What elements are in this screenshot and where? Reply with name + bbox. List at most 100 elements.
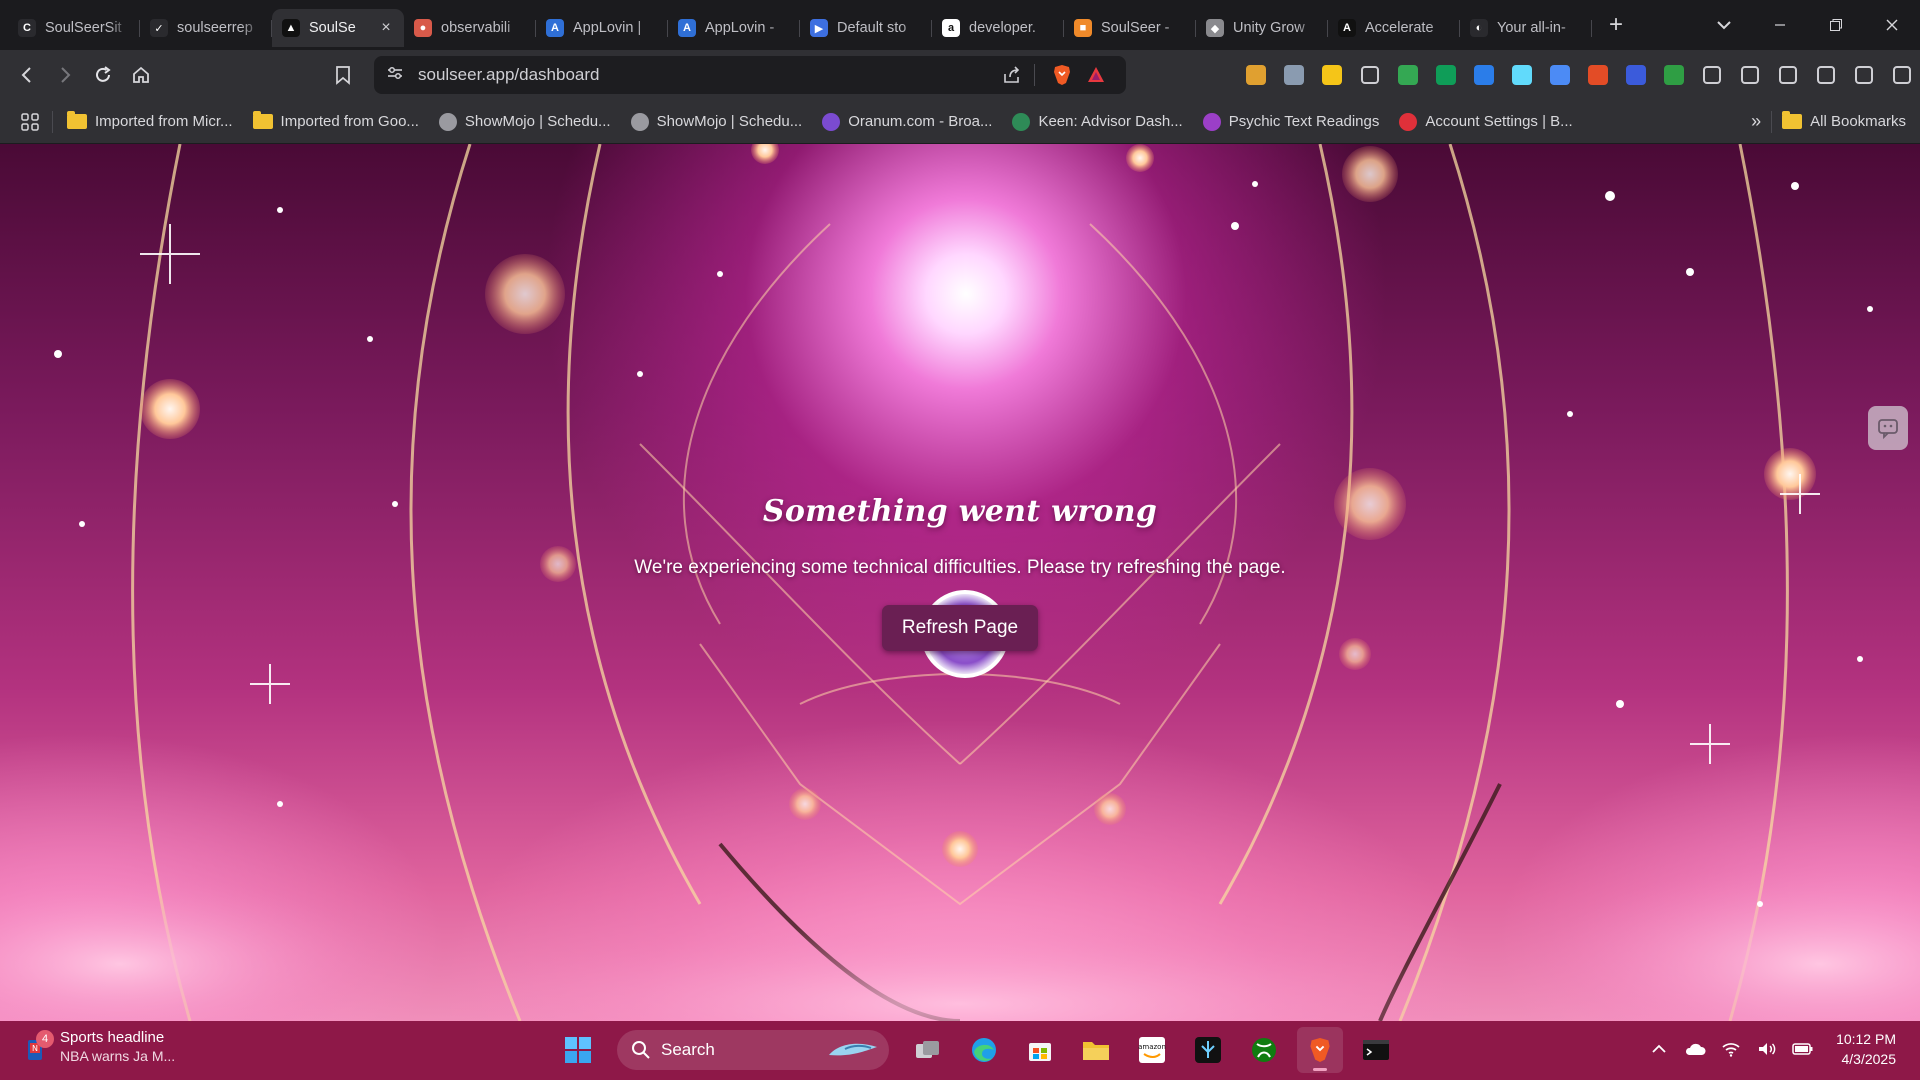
bookmark-icon-glyph: [1361, 66, 1379, 84]
browser-tab[interactable]: C SoulSeerSit: [8, 9, 140, 47]
unknown-app-icon[interactable]: [1185, 1027, 1231, 1073]
menu-icon[interactable]: [1886, 57, 1918, 93]
search-placeholder: Search: [661, 1040, 715, 1059]
url-text[interactable]: soulseer.app/dashboard: [418, 65, 599, 85]
color-wheel-icon-glyph: [1246, 65, 1266, 85]
browser-tab[interactable]: A Accelerate: [1328, 9, 1460, 47]
task-view-icon[interactable]: [905, 1027, 951, 1073]
refresh-page-button[interactable]: Refresh Page: [881, 605, 1039, 651]
sheets-icon[interactable]: [1430, 57, 1462, 93]
xbox-icon[interactable]: [1241, 1027, 1287, 1073]
chevron-up-icon[interactable]: [1648, 1038, 1670, 1060]
home-button[interactable]: [122, 56, 160, 94]
puzzle-blue-icon[interactable]: [1620, 57, 1652, 93]
address-bar[interactable]: soulseer.app/dashboard: [374, 56, 1126, 94]
bookmark-yellow-icon[interactable]: [1316, 57, 1348, 93]
grammar-icon[interactable]: [1658, 57, 1690, 93]
battery-icon[interactable]: [1792, 1038, 1814, 1060]
tab-favicon-icon: A: [546, 19, 564, 37]
clock[interactable]: 10:12 PM 4/3/2025: [1836, 1029, 1896, 1069]
tab-search-chevron-down-icon[interactable]: [1696, 0, 1752, 50]
amazon-icon[interactable]: amazon: [1129, 1027, 1175, 1073]
brave-icon[interactable]: [1297, 1027, 1343, 1073]
react-icon-glyph: [1512, 65, 1532, 85]
wallet-icon[interactable]: [1772, 57, 1804, 93]
browser-tab[interactable]: ✓ soulseerrep: [140, 9, 272, 47]
bookmark-item[interactable]: Account Settings | B...: [1389, 112, 1582, 131]
close-tab-icon[interactable]: ×: [378, 20, 394, 36]
sidebar-icon[interactable]: [1734, 57, 1766, 93]
bookmark-icon[interactable]: [1354, 57, 1386, 93]
phone-icon[interactable]: [1544, 57, 1576, 93]
tab-title: Your all-in-: [1497, 20, 1566, 36]
html-icon-glyph: [1588, 65, 1608, 85]
browser-tab[interactable]: ● observabili: [404, 9, 536, 47]
browser-tab[interactable]: A AppLovin |: [536, 9, 668, 47]
bookmark-item[interactable]: Keen: Advisor Dash...: [1002, 112, 1192, 131]
bookmark-item[interactable]: ShowMojo | Schedu...: [621, 112, 813, 131]
tab-title: AppLovin |: [573, 20, 642, 36]
start-button[interactable]: [555, 1027, 601, 1073]
bookmarks-overflow-button[interactable]: »: [1741, 111, 1771, 132]
browser-tab[interactable]: ◐ Your all-in-: [1460, 9, 1592, 47]
browser-tab[interactable]: ▶ Default sto: [800, 9, 932, 47]
tab-title: Unity Grow: [1233, 20, 1305, 36]
close-window-button[interactable]: [1864, 0, 1920, 50]
leo-icon[interactable]: [1810, 57, 1842, 93]
terminal-icon[interactable]: [1353, 1027, 1399, 1073]
windows-taskbar: N 4 Sports headline NBA warns Ja M... Se…: [0, 1021, 1920, 1080]
browser-tab[interactable]: A AppLovin -: [668, 9, 800, 47]
bookmark-label: Imported from Micr...: [95, 113, 233, 130]
html-icon[interactable]: [1582, 57, 1614, 93]
leo-icon-glyph: [1817, 66, 1835, 84]
back-button[interactable]: [8, 56, 46, 94]
error-panel: Something went wrong We're experiencing …: [0, 494, 1920, 651]
svg-text:amazon: amazon: [1138, 1043, 1166, 1051]
grammar-icon-glyph: [1664, 65, 1684, 85]
all-bookmarks-folder[interactable]: All Bookmarks: [1772, 111, 1920, 130]
edge-icon[interactable]: [961, 1027, 1007, 1073]
taskbar-search-box[interactable]: Search: [617, 1030, 889, 1070]
onedrive-cloud-icon[interactable]: [1684, 1038, 1706, 1060]
tab-list: C SoulSeerSit ✓ soulseerrep ▲ SoulSe × ● observa…: [0, 3, 1592, 47]
news-headline-text: NBA warns Ja M...: [60, 1048, 176, 1064]
share-icon[interactable]: [1002, 65, 1022, 90]
wifi-icon[interactable]: [1720, 1038, 1742, 1060]
bookmark-label: Keen: Advisor Dash...: [1038, 113, 1183, 130]
news-widget[interactable]: N 4 Sports headline NBA warns Ja M...: [24, 1029, 175, 1064]
forward-button[interactable]: [46, 56, 84, 94]
browser-tab-active[interactable]: ▲ SoulSe ×: [272, 9, 404, 47]
bookmark-item[interactable]: Psychic Text Readings: [1193, 112, 1390, 131]
navigation-toolbar: soulseer.app/dashboard: [0, 50, 1920, 100]
minimize-button[interactable]: [1752, 0, 1808, 50]
color-wheel-icon[interactable]: [1240, 57, 1272, 93]
wallet-icon-glyph: [1779, 66, 1797, 84]
bookmark-item[interactable]: Imported from Micr...: [57, 111, 243, 131]
side-chat-widget-icon[interactable]: [1868, 406, 1908, 450]
image-icon[interactable]: [1278, 57, 1310, 93]
new-tab-button[interactable]: +: [1596, 7, 1636, 43]
vpn-icon[interactable]: [1848, 57, 1880, 93]
browser-tab[interactable]: a developer.: [932, 9, 1064, 47]
circle-blue-icon[interactable]: [1468, 57, 1500, 93]
react-icon[interactable]: [1506, 57, 1538, 93]
browser-tab[interactable]: ■ SoulSeer -: [1064, 9, 1196, 47]
apps-grid-icon[interactable]: [0, 112, 52, 132]
reload-button[interactable]: [84, 56, 122, 94]
drive-icon[interactable]: [1392, 57, 1424, 93]
folder-icon: [1782, 111, 1803, 129]
error-message: We're experiencing some technical diffic…: [634, 557, 1286, 578]
file-explorer-icon[interactable]: [1073, 1027, 1119, 1073]
store-icon[interactable]: [1017, 1027, 1063, 1073]
restore-button[interactable]: [1808, 0, 1864, 50]
bookmark-item[interactable]: Oranum.com - Broa...: [812, 112, 1002, 131]
site-settings-icon[interactable]: [386, 65, 404, 86]
bookmark-item[interactable]: Imported from Goo...: [243, 111, 429, 131]
extensions-icon[interactable]: [1696, 57, 1728, 93]
bookmark-page-button[interactable]: [324, 56, 362, 94]
browser-tab[interactable]: ◆ Unity Grow: [1196, 9, 1328, 47]
volume-icon[interactable]: [1756, 1038, 1778, 1060]
bookmark-item[interactable]: ShowMojo | Schedu...: [429, 112, 621, 131]
brave-rewards-icon[interactable]: [1086, 65, 1106, 90]
brave-shields-icon[interactable]: [1052, 64, 1072, 91]
